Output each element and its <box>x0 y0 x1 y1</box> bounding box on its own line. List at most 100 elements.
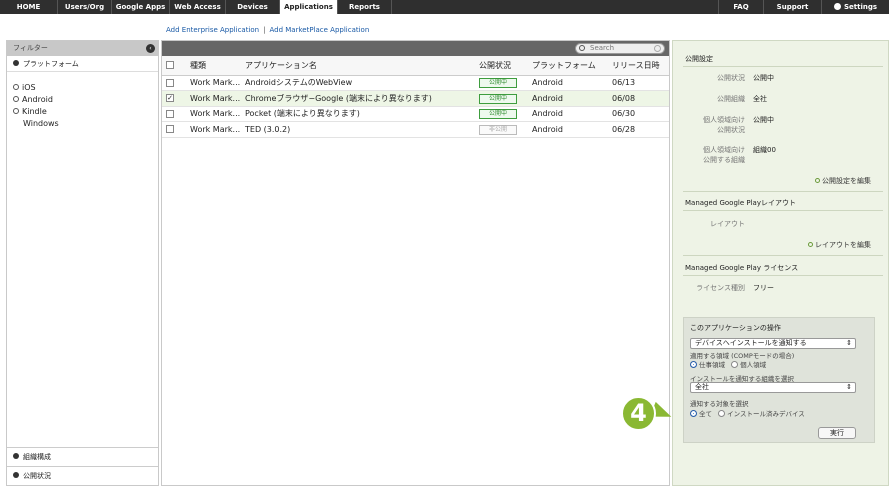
radio-icon <box>13 96 19 102</box>
table-row[interactable]: Work Mark... TED (3.0.2) 非公開 Android 06/… <box>162 121 669 138</box>
label-personal-org: 個人領域向け 公開する組織 <box>703 145 745 165</box>
nav-applications[interactable]: Applications <box>280 0 338 14</box>
nav-web-access[interactable]: Web Access <box>170 0 226 14</box>
expand-icon <box>13 60 19 66</box>
search-input[interactable]: Search <box>575 43 665 54</box>
cell-name[interactable]: AndroidシステムのWebView <box>245 75 479 91</box>
status-badge: 公開中 <box>479 78 517 89</box>
cell-release: 06/30 <box>612 106 669 122</box>
platform-windows[interactable]: Windows <box>7 118 158 130</box>
ops-action-select[interactable]: デバイスへインストールを通知する ⇕ <box>690 338 856 349</box>
ops-target-radios: 全て インストール済みデバイス <box>690 408 805 418</box>
col-name[interactable]: アプリケーション名 <box>245 56 479 76</box>
cell-platform: Android <box>532 106 612 122</box>
nav-users-org[interactable]: Users/Org <box>58 0 112 14</box>
table-row[interactable]: ✓ Work Mark... Chromeブラウザ−Google (端末により異… <box>162 90 669 107</box>
cell-platform: Android <box>532 121 612 138</box>
edit-publish-link[interactable]: 公開設定を編集 <box>815 176 871 186</box>
row-checkbox[interactable] <box>166 125 174 134</box>
radio-all[interactable]: 全て <box>690 410 712 418</box>
divider <box>683 255 883 256</box>
cell-kind: Work Mark... <box>190 90 245 107</box>
radio-work[interactable]: 仕事領域 <box>690 361 725 369</box>
filter-header: フィルター ‹ <box>7 41 158 56</box>
radio-installed[interactable]: インストール済みデバイス <box>718 410 805 418</box>
row-checkbox[interactable]: ✓ <box>166 94 174 103</box>
table-row[interactable]: Work Mark... AndroidシステムのWebView 公開中 And… <box>162 75 669 91</box>
cell-release: 06/08 <box>612 90 669 107</box>
cell-name[interactable]: TED (3.0.2) <box>245 121 479 138</box>
radio-personal[interactable]: 個人領域 <box>731 361 766 369</box>
publish-status-label: 公開状況 <box>23 472 51 480</box>
col-platform[interactable]: プラットフォーム <box>532 56 612 76</box>
col-status[interactable]: 公開状況 <box>479 56 532 76</box>
publish-status-filter[interactable]: 公開状況 <box>7 466 158 485</box>
col-release[interactable]: リリース日時 <box>612 56 669 76</box>
row-checkbox[interactable] <box>166 109 174 118</box>
select-all-cell <box>162 56 190 76</box>
cell-release: 06/28 <box>612 121 669 138</box>
label-personal-org-line1: 個人領域向け <box>703 146 745 154</box>
radio-icon <box>13 84 19 90</box>
row-select-cell: ✓ <box>162 90 190 107</box>
nav-faq[interactable]: FAQ <box>718 0 764 14</box>
filter-sidebar: フィルター ‹ プラットフォーム iOS Android Kindle Wind… <box>6 40 159 486</box>
org-structure-filter[interactable]: 組織構成 <box>7 447 158 466</box>
label-personal-status: 個人領域向け 公開状況 <box>703 115 745 135</box>
cell-kind: Work Mark... <box>190 121 245 138</box>
circle-icon <box>808 242 813 247</box>
cell-name[interactable]: Chromeブラウザ−Google (端末により異なります) <box>245 90 479 107</box>
platform-android[interactable]: Android <box>7 94 158 106</box>
collapse-icon[interactable]: ‹ <box>146 44 155 53</box>
nav-settings-label: Settings <box>843 3 878 11</box>
cell-kind: Work Mark... <box>190 106 245 122</box>
table-header-row: 種類 アプリケーション名 公開状況 プラットフォーム リリース日時 <box>162 56 669 76</box>
edit-layout-label: レイアウトを編集 <box>815 241 871 249</box>
cell-status: 非公開 <box>479 121 532 138</box>
cell-status: 公開中 <box>479 75 532 91</box>
label-personal-org-line2: 公開する組織 <box>703 156 745 164</box>
platform-filter-header[interactable]: プラットフォーム <box>7 56 158 72</box>
edit-layout-link[interactable]: レイアウトを編集 <box>808 240 871 250</box>
ops-org-value: 全社 <box>695 383 709 391</box>
add-marketplace-link[interactable]: Add MarketPlace Application <box>269 26 369 34</box>
platform-android-label: Android <box>22 95 53 104</box>
nav-home[interactable]: HOME <box>0 0 58 14</box>
select-all-checkbox[interactable] <box>166 61 174 70</box>
cell-kind: Work Mark... <box>190 75 245 91</box>
radio-icon <box>690 410 697 417</box>
table-toolbar: Search <box>162 41 669 56</box>
filter-title: フィルター <box>13 44 48 52</box>
status-badge: 公開中 <box>479 93 517 104</box>
value-org: 全社 <box>753 95 767 103</box>
nav-support[interactable]: Support <box>764 0 822 14</box>
platform-ios[interactable]: iOS <box>7 82 158 94</box>
col-kind[interactable]: 種類 <box>190 56 245 76</box>
value-license: フリー <box>753 284 774 292</box>
clear-icon[interactable] <box>654 45 661 52</box>
nav-reports[interactable]: Reports <box>338 0 392 14</box>
run-button[interactable]: 実行 <box>818 427 856 439</box>
row-checkbox[interactable] <box>166 78 174 87</box>
label-personal-status-line2: 公開状況 <box>717 126 745 134</box>
cell-platform: Android <box>532 75 612 91</box>
nav-devices[interactable]: Devices <box>226 0 280 14</box>
app-table: 種類 アプリケーション名 公開状況 プラットフォーム リリース日時 Work M… <box>162 56 669 138</box>
add-enterprise-link[interactable]: Add Enterprise Application <box>166 26 259 34</box>
row-select-cell <box>162 75 190 91</box>
cell-name[interactable]: Pocket (端末により異なります) <box>245 106 479 122</box>
row-select-cell <box>162 121 190 138</box>
cell-status: 公開中 <box>479 106 532 122</box>
radio-all-label: 全て <box>699 410 712 418</box>
label-org: 公開組織 <box>717 95 745 103</box>
platform-kindle[interactable]: Kindle <box>7 106 158 118</box>
edit-publish-label: 公開設定を編集 <box>822 177 871 185</box>
license-title: Managed Google Play ライセンス <box>685 264 799 272</box>
nav-settings[interactable]: Settings <box>822 0 889 14</box>
cell-release: 06/13 <box>612 75 669 91</box>
status-badge: 公開中 <box>479 109 517 120</box>
value-personal-org: 組織00 <box>753 146 776 154</box>
nav-google-apps[interactable]: Google Apps <box>112 0 170 14</box>
ops-org-select[interactable]: 全社 ⇕ <box>690 382 856 393</box>
table-row[interactable]: Work Mark... Pocket (端末により異なります) 公開中 And… <box>162 106 669 122</box>
